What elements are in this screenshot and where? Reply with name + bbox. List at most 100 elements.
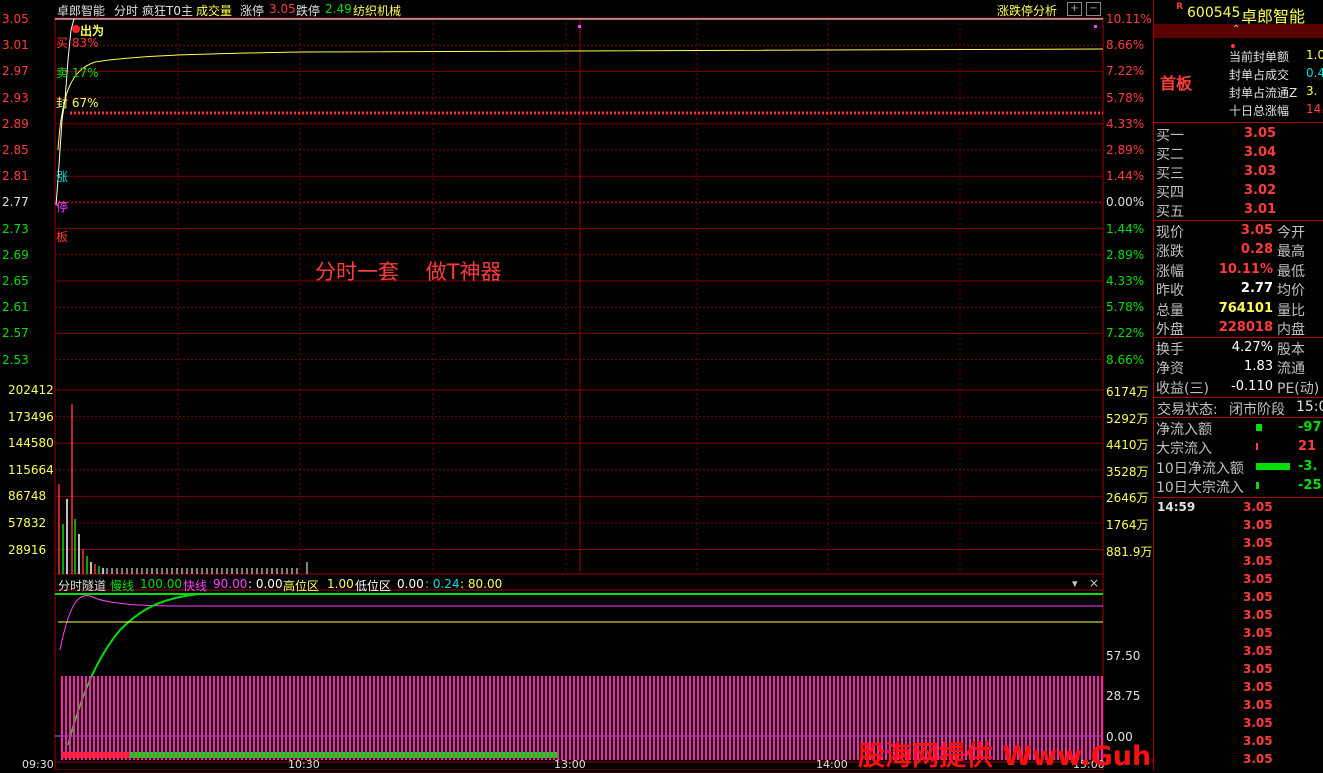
seal-item-value: 0.4 — [1306, 66, 1323, 80]
volume-tick-label: 173496 — [8, 409, 54, 424]
green-signal-block — [210, 752, 213, 758]
quote-label-2: PE(动) — [1277, 380, 1320, 397]
bid-level-label: 买三 — [1156, 166, 1184, 182]
high-zone-value: 1.00 — [327, 577, 354, 591]
flow-value: 21 — [1298, 439, 1317, 455]
flow-label: 10日净流入额 — [1156, 460, 1244, 477]
sub-axis-tick-label: 57.50 — [1106, 649, 1141, 663]
sell-ratio-label: 卖 17% — [56, 66, 99, 80]
lu-marker-icon — [72, 25, 80, 33]
green-signal-block — [478, 752, 481, 758]
tick-price: 3.05 — [1243, 608, 1273, 622]
quote-label-2: 量比 — [1277, 302, 1305, 319]
flow-bar — [1256, 462, 1290, 470]
tick-price: 3.05 — [1243, 536, 1273, 550]
bid-level-label: 买二 — [1156, 147, 1184, 163]
red-signal-block — [122, 752, 125, 758]
quote-label-2: 股本 — [1277, 342, 1305, 358]
green-signal-block — [214, 752, 217, 758]
green-signal-block — [178, 752, 181, 758]
price-tick-label: 2.53 — [2, 352, 29, 367]
seal-item-label: 封单占流通Z — [1229, 86, 1298, 100]
green-signal-block — [526, 752, 529, 758]
bid-level-label: 买一 — [1156, 128, 1184, 144]
quote-value: -0.110 — [1231, 378, 1273, 394]
trade-status-value: 闭市阶段 — [1229, 402, 1285, 418]
zoom-in-icon[interactable]: + — [1067, 2, 1082, 16]
seal-item-label: 当前封单额 — [1229, 50, 1290, 64]
volume-amount-tick-label: 881.9万 — [1106, 544, 1153, 559]
header-limit-down-label: 跌停 — [296, 4, 321, 18]
green-signal-block — [502, 752, 505, 758]
volume-tick-label: 144580 — [8, 436, 54, 451]
percent-tick-label: 2.89% — [1106, 143, 1145, 157]
quote-value: 228018 — [1218, 320, 1273, 335]
volume-amount-tick-label: 1764万 — [1106, 518, 1149, 532]
green-signal-block — [506, 752, 509, 758]
percent-tick-label: 4.33% — [1106, 116, 1145, 131]
green-signal-block — [518, 752, 521, 758]
sub-value-3: : 0.00 — [248, 577, 283, 591]
seal-item-value: 14. — [1306, 102, 1323, 116]
zhang-label: 涨 — [56, 170, 69, 184]
header-sector: 纺织机械 — [353, 4, 402, 18]
green-signal-block — [334, 752, 337, 758]
expand-up-icon[interactable]: ⌃ — [1232, 24, 1240, 35]
green-signal-block — [494, 752, 497, 758]
percent-tick-label: 10.11% — [1106, 12, 1152, 26]
seal-item-label: 封单占成交 — [1229, 68, 1290, 82]
bid-level-price: 3.01 — [1244, 202, 1277, 217]
expand-bar[interactable]: ⌃ — [1154, 24, 1323, 38]
green-signal-block — [394, 752, 397, 758]
price-tick-label: 2.61 — [2, 300, 29, 315]
buy-ratio-label: 买 83% — [56, 36, 99, 50]
red-signal-block — [62, 752, 65, 758]
first-board-tag: 首板 — [1160, 74, 1193, 93]
green-signal-block — [134, 752, 137, 758]
green-signal-block — [338, 752, 341, 758]
time-tick-label: 14:00 — [816, 758, 848, 771]
green-signal-block — [218, 752, 221, 758]
percent-tick-label: 8.66% — [1106, 352, 1145, 367]
flow-label: 大宗流入 — [1156, 441, 1212, 458]
green-signal-block — [322, 752, 325, 758]
green-signal-block — [538, 752, 541, 758]
percent-tick-label: 1.44% — [1106, 221, 1145, 236]
top-marker — [1094, 25, 1097, 28]
price-tick-label: 2.73 — [2, 221, 29, 236]
green-signal-block — [342, 752, 345, 758]
green-signal-block — [514, 752, 517, 758]
green-signal-block — [246, 752, 249, 758]
flow-bar — [1256, 424, 1262, 431]
quote-label: 净资 — [1156, 361, 1184, 378]
bid-level-label: 买五 — [1156, 204, 1184, 220]
green-signal-block — [450, 752, 453, 758]
green-signal-block — [442, 752, 445, 758]
green-signal-block — [402, 752, 405, 758]
flow-value: -97 — [1298, 420, 1322, 435]
green-signal-block — [522, 752, 525, 758]
zoom-out-icon[interactable]: − — [1086, 2, 1101, 16]
center-caption: 分时一套 做T神器 — [315, 260, 502, 284]
time-tick-label: 09:30 — [22, 758, 54, 771]
header-limit-up-value: 3.05 — [269, 2, 296, 16]
collapse-dropdown-icon[interactable]: ▾ — [1072, 577, 1078, 590]
close-icon[interactable]: × — [1089, 576, 1099, 590]
flow-value: -3. — [1298, 458, 1318, 474]
green-signal-block — [130, 752, 133, 758]
green-signal-block — [250, 752, 253, 758]
seal-dot-icon — [1231, 44, 1235, 48]
green-signal-block — [362, 752, 365, 758]
green-signal-block — [194, 752, 197, 758]
time-tick-label: 13:00 — [554, 758, 586, 771]
intraday-chart[interactable] — [0, 0, 1153, 770]
ting-label: 停 — [56, 200, 69, 214]
green-signal-block — [542, 752, 545, 758]
quote-label-2: 流通 — [1277, 361, 1305, 378]
quote-value: 1.83 — [1244, 359, 1273, 375]
green-signal-block — [282, 752, 285, 758]
green-signal-block — [206, 752, 209, 758]
limit-analysis-button[interactable]: 涨跌停分析 — [997, 2, 1057, 19]
bid-level-price: 3.03 — [1244, 164, 1277, 179]
volume-amount-tick-label: 6174万 — [1106, 385, 1149, 399]
